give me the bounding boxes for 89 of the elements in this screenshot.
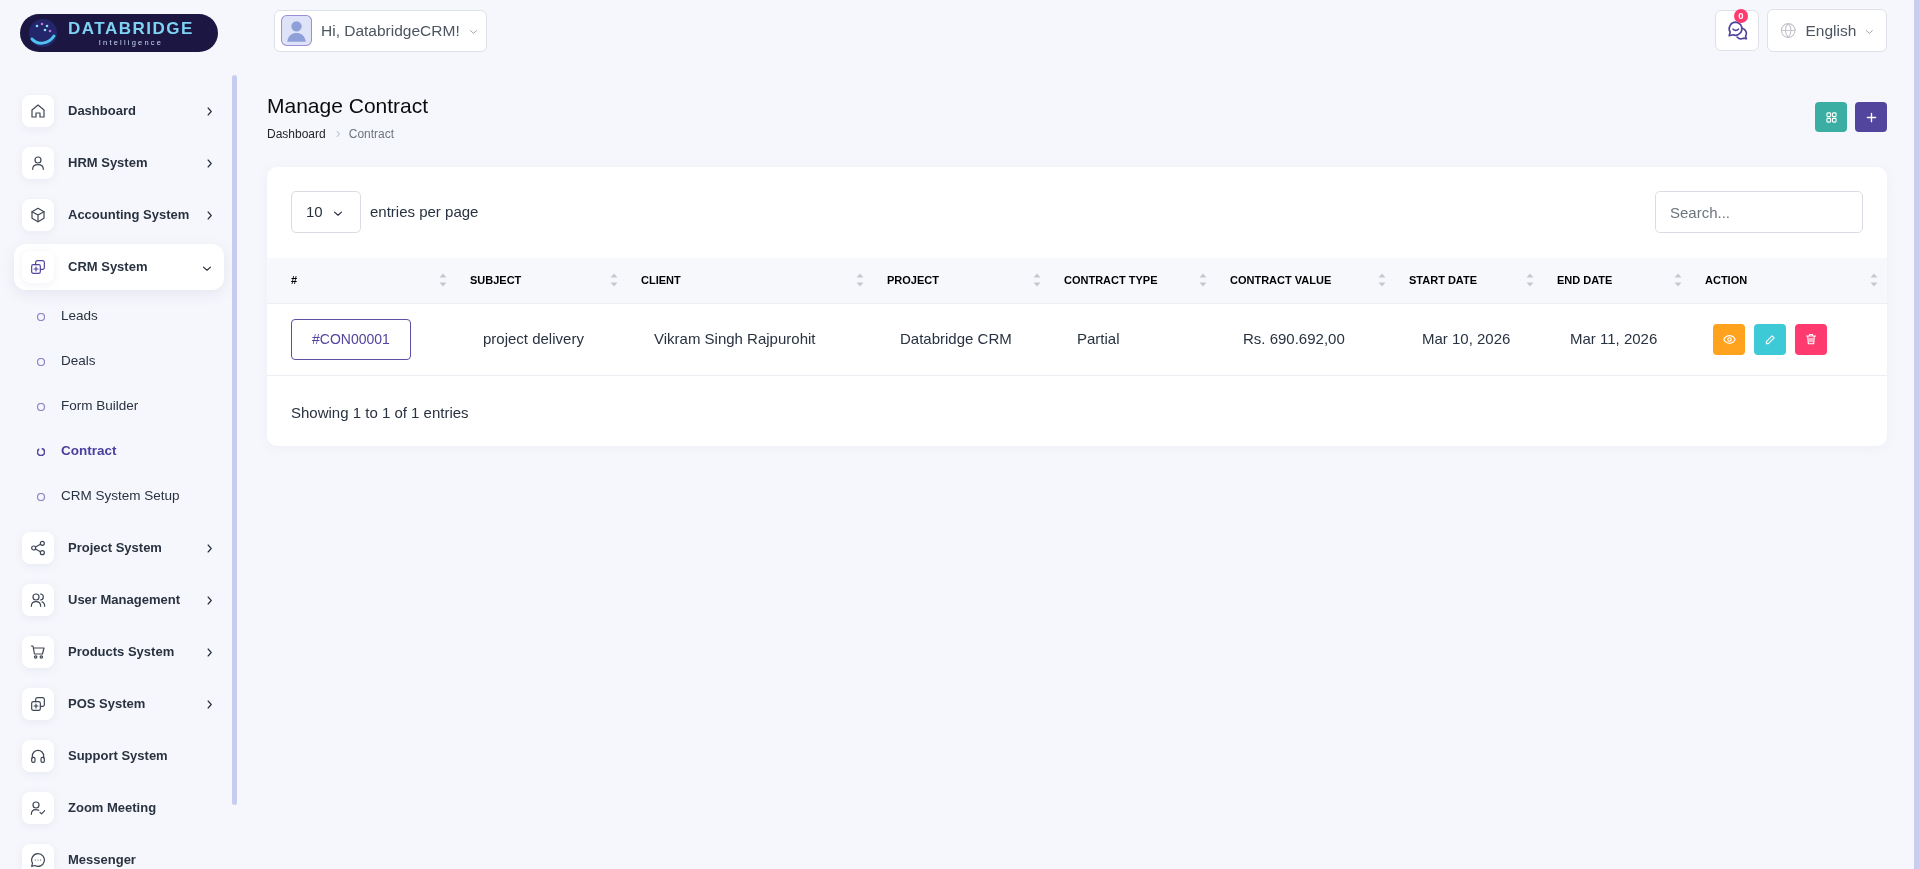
chat-bubble-icon xyxy=(22,844,54,869)
breadcrumb-current: Contract xyxy=(348,126,395,143)
page-scrollbar[interactable] xyxy=(1914,0,1919,869)
chevron-right-icon xyxy=(334,130,340,138)
people-icon xyxy=(22,584,54,616)
column-header[interactable]: END DATE xyxy=(1543,258,1691,303)
caret-icon xyxy=(1865,27,1874,34)
sidebar-item[interactable]: Dashboard xyxy=(14,88,224,134)
sidebar-subitem[interactable]: Contract xyxy=(14,429,232,474)
table-cell: Vikram Singh Rajpurohit xyxy=(627,303,873,375)
cart-icon xyxy=(22,636,54,668)
breadcrumb-link[interactable]: Dashboard xyxy=(267,125,326,143)
column-header[interactable]: CONTRACT TYPE xyxy=(1050,258,1216,303)
table-cell: Mar 10, 2026 xyxy=(1395,303,1543,375)
notification-badge: 0 xyxy=(1734,9,1748,23)
sidebar-item[interactable]: POS System xyxy=(14,681,224,727)
sort-icon xyxy=(1199,273,1207,288)
eye-icon xyxy=(1722,332,1736,346)
sort-icon xyxy=(439,273,447,288)
person-check-icon xyxy=(22,792,54,824)
view-button[interactable] xyxy=(1713,323,1745,355)
page-size-select[interactable]: 10 xyxy=(291,191,361,233)
caret-icon xyxy=(332,208,343,216)
column-header[interactable]: START DATE xyxy=(1395,258,1543,303)
sort-icon xyxy=(1526,273,1534,288)
table-cell: Mar 11, 2026 xyxy=(1543,303,1691,375)
house-icon xyxy=(22,95,54,127)
ring-icon xyxy=(37,312,45,321)
sidebar-item[interactable]: CRM System xyxy=(14,244,224,290)
ring-icon xyxy=(37,402,45,411)
globe-icon xyxy=(1780,22,1797,39)
sidebar-item[interactable]: Project System xyxy=(14,525,224,571)
sidebar-subitem[interactable]: CRM System Setup xyxy=(14,474,232,519)
sidebar-item[interactable]: Messenger xyxy=(14,837,224,869)
avatar-icon xyxy=(281,15,312,46)
ring-icon xyxy=(37,492,45,501)
sidebar-subitem[interactable]: Form Builder xyxy=(14,384,232,429)
logo-wordmark: DATABRIDGE xyxy=(68,19,194,37)
sort-icon xyxy=(1033,273,1041,288)
table-info: Showing 1 to 1 of 1 entries xyxy=(290,402,470,423)
person-icon xyxy=(22,147,54,179)
user-menu[interactable]: Hi, DatabridgeCRM! xyxy=(274,9,487,52)
delete-button[interactable] xyxy=(1795,323,1827,355)
sort-icon xyxy=(1674,273,1682,288)
trash-icon xyxy=(1805,333,1817,345)
grid-view-button[interactable] xyxy=(1815,102,1847,132)
contract-id-link[interactable]: #CON00001 xyxy=(291,318,411,360)
logo-mark-icon xyxy=(28,18,58,48)
grid-icon xyxy=(1825,111,1837,123)
table-cell: project delivery xyxy=(456,303,627,375)
pencil-icon xyxy=(1764,333,1776,345)
sidebar-item[interactable]: Support System xyxy=(14,733,224,779)
edit-button[interactable] xyxy=(1754,323,1786,355)
column-header[interactable]: # xyxy=(267,258,456,303)
column-header[interactable]: SUBJECT xyxy=(456,258,627,303)
sidebar-item[interactable]: HRM System xyxy=(14,140,224,186)
sidebar-item[interactable]: User Management xyxy=(14,577,224,623)
search-field[interactable]: Search... xyxy=(1655,191,1863,233)
sidebar-subitem[interactable]: Leads xyxy=(14,294,232,339)
sort-icon xyxy=(1378,273,1386,288)
table-cell: Databridge CRM xyxy=(873,303,1050,375)
page-size-label: entries per page xyxy=(370,201,479,222)
column-header[interactable]: ACTION xyxy=(1691,258,1887,303)
page-title: Manage Contract xyxy=(267,93,429,119)
table-cell: Rs. 690.692,00 xyxy=(1216,303,1395,375)
cube-icon xyxy=(22,199,54,231)
sidebar-item[interactable]: Accounting System xyxy=(14,192,224,238)
sort-icon xyxy=(856,273,864,288)
sort-icon xyxy=(610,273,618,288)
language-select[interactable]: English xyxy=(1767,9,1887,52)
share-nodes-icon xyxy=(22,532,54,564)
column-header[interactable]: CONTRACT VALUE xyxy=(1216,258,1395,303)
chat-bubbles-icon xyxy=(1726,20,1748,41)
sort-icon xyxy=(1870,273,1878,288)
stacked-squares-icon xyxy=(22,251,54,283)
plus-icon xyxy=(1865,111,1877,123)
sidebar-item[interactable]: Products System xyxy=(14,629,224,675)
caret-icon xyxy=(468,27,478,34)
ring-icon xyxy=(37,447,45,456)
sidebar-item[interactable]: Zoom Meeting xyxy=(14,785,224,831)
add-button[interactable] xyxy=(1855,102,1887,132)
ring-icon xyxy=(37,357,45,366)
stacked-squares-icon xyxy=(22,688,54,720)
sidebar-scrollbar[interactable] xyxy=(232,75,237,805)
table-cell: Partial xyxy=(1050,303,1216,375)
column-header[interactable]: PROJECT xyxy=(873,258,1050,303)
column-header[interactable]: CLIENT xyxy=(627,258,873,303)
headset-icon xyxy=(22,740,54,772)
sidebar-subitem[interactable]: Deals xyxy=(14,339,232,384)
